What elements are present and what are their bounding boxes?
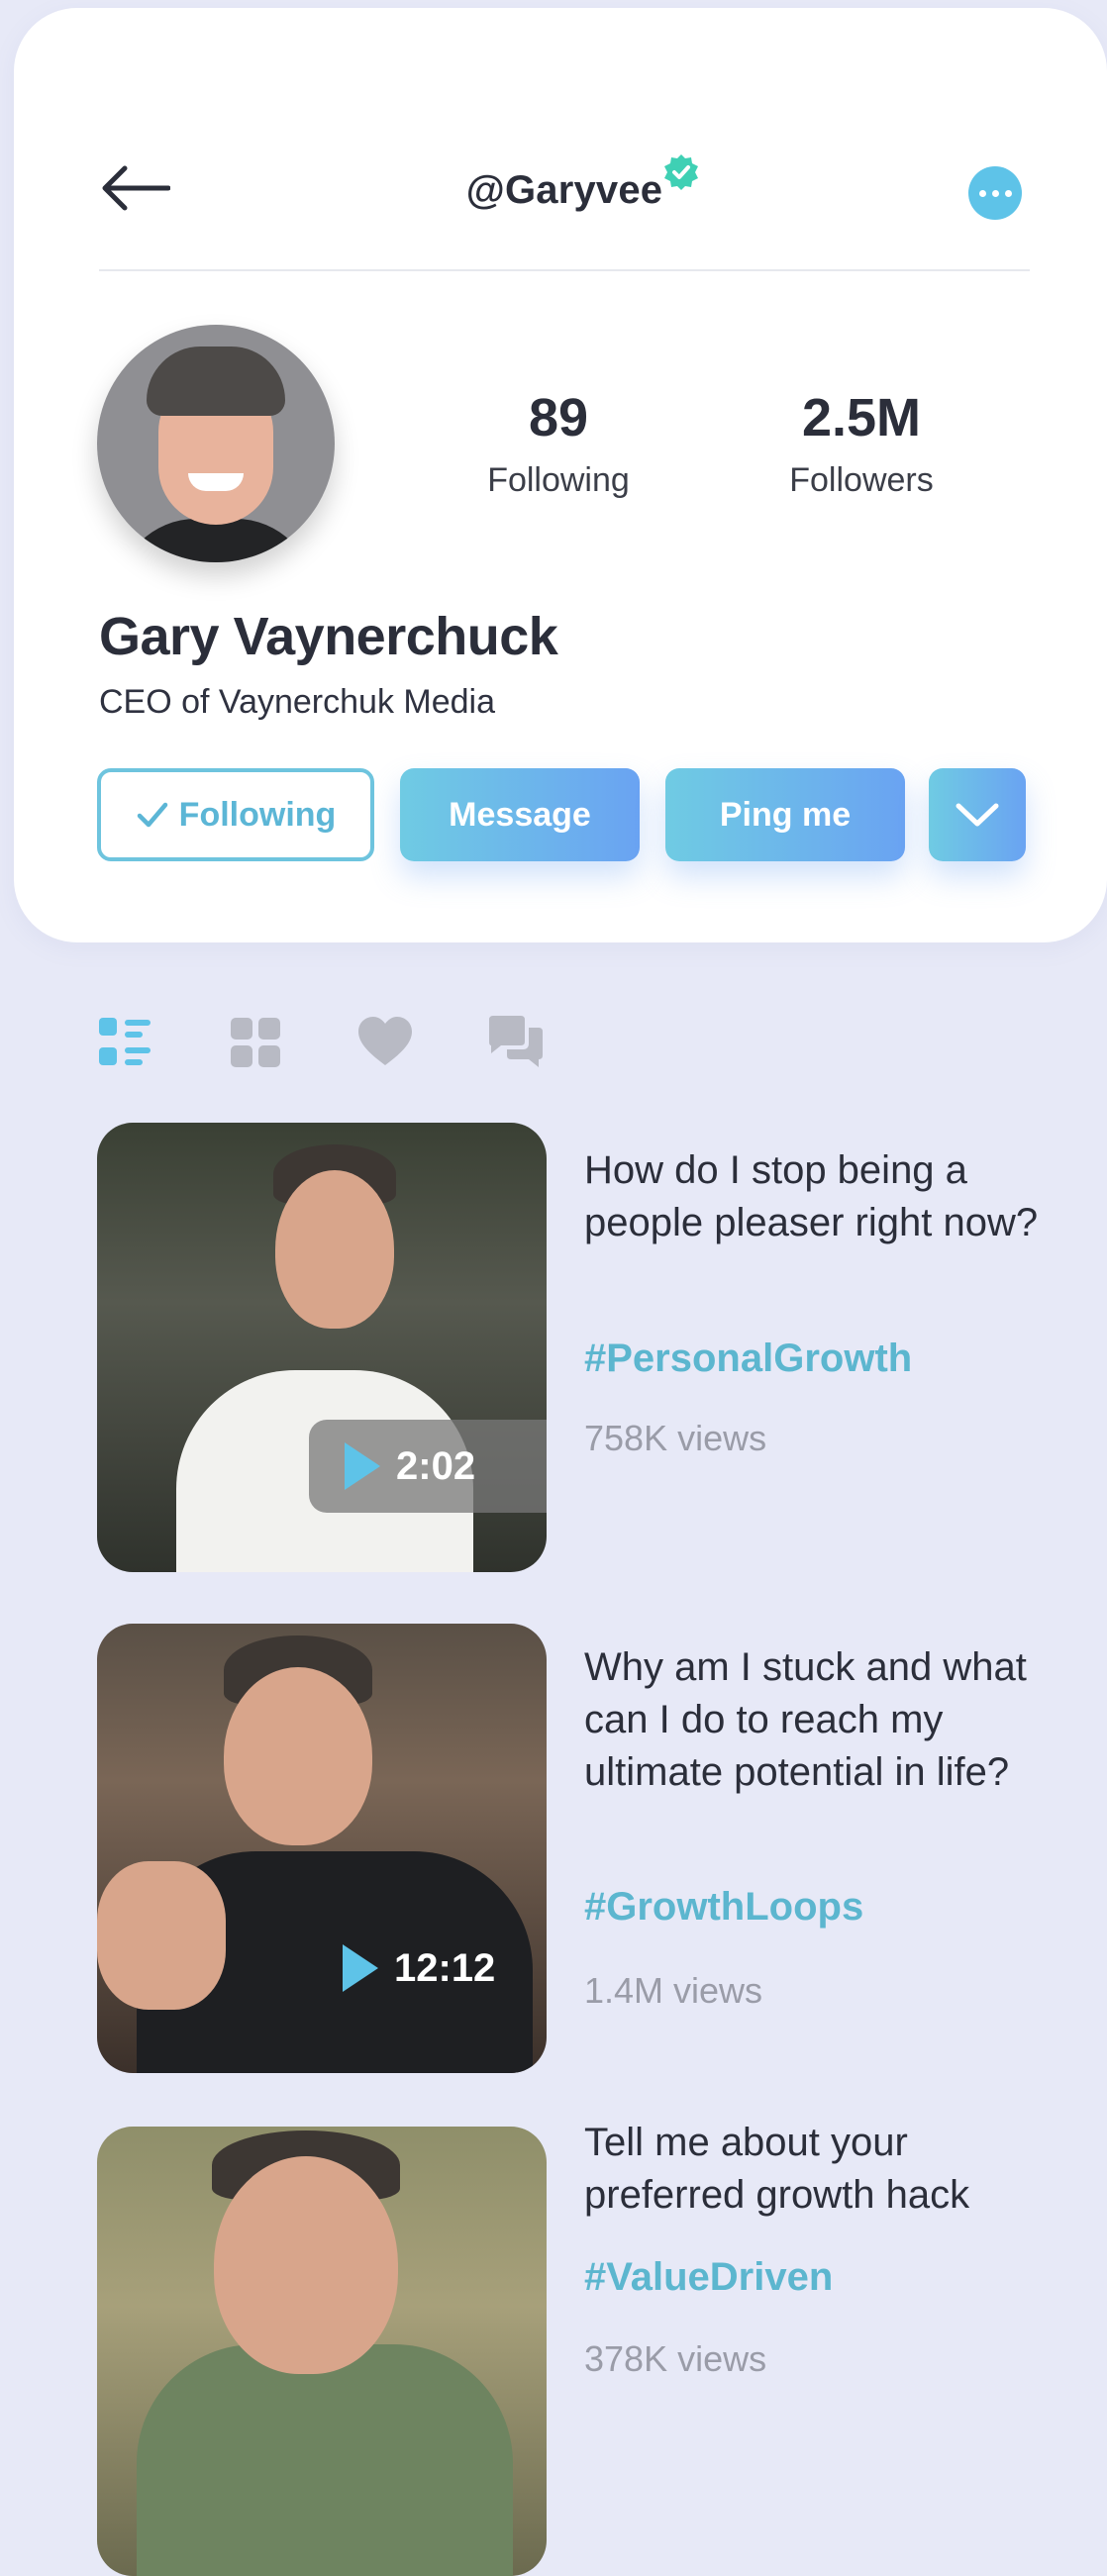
following-button[interactable]: Following [97, 768, 374, 861]
duration-text: 12:12 [394, 1945, 496, 1990]
checkmark-icon [137, 802, 167, 828]
person-head [214, 2156, 398, 2374]
list-view-icon [99, 1018, 151, 1065]
post-views: 758K views [584, 1418, 767, 1458]
username-wrap: @Garyvee [99, 168, 1030, 213]
ping-me-button[interactable]: Ping me [665, 768, 905, 861]
ping-me-button-label: Ping me [719, 795, 852, 834]
post-hashtag[interactable]: #GrowthLoops [584, 1885, 863, 1930]
duration-text: 2:02 [396, 1443, 476, 1488]
more-dot-icon [1004, 189, 1012, 197]
post-views: 1.4M views [584, 1970, 763, 2011]
followers-stat[interactable]: 2.5M Followers [762, 388, 960, 500]
duration-badge: 2:02 [309, 1420, 547, 1513]
post-hashtag[interactable]: #PersonalGrowth [584, 1337, 912, 1381]
header-divider [99, 269, 1030, 271]
username: @Garyvee [465, 168, 663, 212]
followers-label: Followers [789, 461, 934, 499]
following-count: 89 [528, 388, 589, 447]
avatar[interactable] [97, 325, 335, 562]
more-actions-dropdown[interactable] [929, 768, 1026, 861]
followers-count: 2.5M [801, 388, 922, 447]
grid-view-icon [231, 1018, 280, 1067]
person-body [137, 2344, 513, 2576]
more-dot-icon [991, 189, 999, 197]
chat-bubbles-icon [489, 1016, 543, 1067]
verified-badge-icon [664, 154, 698, 190]
post-title[interactable]: Tell me about your preferred growth hack [584, 2117, 1050, 2222]
video-thumbnail[interactable] [97, 2127, 547, 2576]
play-icon [343, 1944, 378, 1992]
post-hashtag[interactable]: #ValueDriven [584, 2255, 833, 2300]
tab-comments[interactable] [487, 1014, 545, 1071]
duration-badge: 12:12 [343, 1944, 495, 1992]
person-head [275, 1170, 394, 1329]
avatar-hair [147, 347, 285, 416]
content-tabs [97, 1014, 572, 1077]
person-head [224, 1667, 372, 1845]
post-title[interactable]: Why am I stuck and what can I do to reac… [584, 1641, 1050, 1799]
following-button-label: Following [178, 795, 337, 834]
tab-grid-view[interactable] [228, 1014, 285, 1071]
video-thumbnail[interactable]: 2:02 [97, 1123, 547, 1572]
avatar-shirt [117, 519, 315, 562]
post-title[interactable]: How do I stop being a people pleaser rig… [584, 1144, 1050, 1249]
tab-liked[interactable] [356, 1014, 414, 1071]
message-button-label: Message [449, 795, 591, 834]
message-button[interactable]: Message [400, 768, 640, 861]
chevron-down-icon [956, 803, 999, 827]
more-options-button[interactable] [968, 166, 1022, 220]
more-dot-icon [978, 189, 986, 197]
profile-name: Gary Vaynerchuck [99, 607, 558, 666]
profile-header: @Garyvee [99, 149, 1030, 232]
tab-list-view[interactable] [97, 1014, 154, 1071]
profile-title: CEO of Vaynerchuk Media [99, 683, 495, 721]
following-label: Following [487, 461, 630, 499]
play-icon [345, 1442, 380, 1490]
heart-icon [358, 1017, 412, 1065]
following-stat[interactable]: 89 Following [459, 388, 657, 500]
hand [97, 1861, 226, 2010]
video-thumbnail[interactable]: 12:12 [97, 1624, 547, 2073]
